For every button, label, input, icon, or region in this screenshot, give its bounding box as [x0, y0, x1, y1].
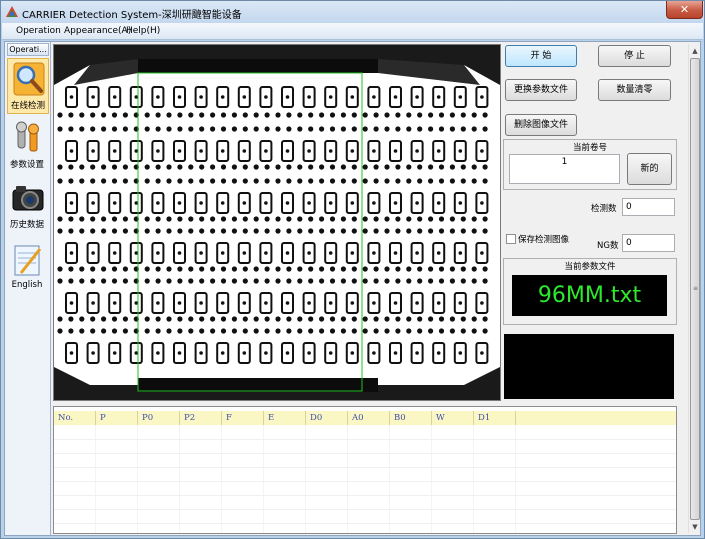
nav-header[interactable]: Operati...	[7, 43, 49, 56]
column-divider	[389, 425, 390, 533]
ng-count-label: NG数	[597, 241, 619, 251]
row-divider	[54, 509, 676, 510]
row-divider	[54, 481, 676, 482]
nav-label: 历史数据	[9, 220, 44, 230]
row-divider	[54, 467, 676, 468]
current-roll-title: 当前卷号	[572, 143, 607, 153]
row-divider	[54, 453, 676, 454]
left-navigation: Operati... 在线检测 参数设置 历史数据 English	[5, 42, 51, 535]
app-logo-icon	[6, 6, 18, 17]
menu-appearance[interactable]: Appearance(A)	[64, 26, 131, 36]
detect-count-field[interactable]: 0	[622, 198, 675, 216]
column-divider	[263, 425, 264, 533]
column-header[interactable]: D0	[306, 411, 348, 425]
roll-number-field[interactable]: 1	[509, 154, 620, 184]
nav-label: 参数设置	[9, 160, 44, 170]
delete-images-button[interactable]: 删除图像文件	[505, 114, 577, 136]
title-bar[interactable]: CARRIER Detection System-深圳研颹智能设备 ✕	[1, 1, 704, 23]
nav-label: English	[11, 280, 43, 290]
column-header[interactable]: D1	[474, 411, 516, 425]
nav-label: 在线检测	[10, 101, 45, 111]
notepad-icon	[14, 245, 42, 276]
column-divider	[95, 425, 96, 533]
change-param-file-button[interactable]: 更换参数文件	[505, 79, 577, 101]
menu-bar: Operation Appearance(A) Help(H)	[2, 23, 703, 40]
menu-help[interactable]: Help(H)	[126, 26, 160, 36]
carrier-tape-image	[54, 45, 500, 400]
vertical-scrollbar[interactable]: ▲ ≡ ▼	[688, 44, 700, 533]
app-window: CARRIER Detection System-深圳研颹智能设备 ✕ Oper…	[0, 0, 705, 539]
column-divider	[221, 425, 222, 533]
column-divider	[431, 425, 432, 533]
column-divider	[515, 425, 516, 533]
column-header[interactable]: A0	[348, 411, 390, 425]
column-header[interactable]: F	[222, 411, 264, 425]
column-divider	[473, 425, 474, 533]
menu-operation[interactable]: Operation	[16, 26, 61, 36]
row-divider	[54, 439, 676, 440]
stop-button[interactable]: 停 止	[598, 45, 671, 67]
column-header[interactable]: B0	[390, 411, 432, 425]
row-divider	[54, 523, 676, 524]
column-header[interactable]: E	[264, 411, 306, 425]
wrench-icon	[16, 121, 39, 152]
current-param-file-group: 当前参数文件 96MM.txt	[503, 258, 677, 325]
column-header[interactable]: P	[96, 411, 138, 425]
nav-item-history-data[interactable]: 历史数据	[7, 178, 49, 234]
nav-item-online-detection[interactable]: 在线检测	[7, 58, 49, 114]
camera-icon	[12, 186, 44, 211]
save-images-checkbox[interactable]	[506, 234, 516, 244]
column-divider	[179, 425, 180, 533]
grip-icon: ≡	[693, 285, 699, 292]
detect-count-label: 检测数	[591, 204, 617, 214]
row-divider	[54, 495, 676, 496]
magnifier-icon	[13, 62, 45, 96]
start-button[interactable]: 开 始	[505, 45, 577, 67]
results-table[interactable]: No. P P0 P2 F E D0 A0 B0 W D1	[53, 406, 677, 534]
column-header[interactable]: P2	[180, 411, 222, 425]
column-divider	[137, 425, 138, 533]
current-roll-group: 当前卷号 1 新的	[503, 139, 677, 190]
client-area: Operati... 在线检测 参数设置 历史数据 English 开 始 停 …	[4, 41, 701, 536]
scroll-down-icon[interactable]: ▼	[690, 522, 700, 532]
nav-item-english[interactable]: English	[7, 240, 49, 296]
nav-item-parameter-settings[interactable]: 参数设置	[7, 118, 49, 174]
column-header[interactable]: P0	[138, 411, 180, 425]
column-header[interactable]: W	[432, 411, 474, 425]
current-param-file-title: 当前参数文件	[564, 262, 616, 272]
column-divider	[305, 425, 306, 533]
reset-count-button[interactable]: 数量清零	[598, 79, 671, 101]
column-divider	[347, 425, 348, 533]
close-button[interactable]: ✕	[666, 1, 703, 19]
scroll-up-icon[interactable]: ▲	[690, 46, 700, 56]
status-display	[504, 334, 674, 399]
new-roll-button[interactable]: 新的	[627, 153, 672, 185]
scroll-thumb[interactable]: ≡	[690, 58, 700, 520]
window-title: CARRIER Detection System-深圳研颹智能设备	[22, 10, 242, 21]
ng-count-field[interactable]: 0	[622, 234, 675, 252]
results-table-header: No. P P0 P2 F E D0 A0 B0 W D1	[54, 411, 676, 425]
column-header[interactable]: No.	[54, 411, 96, 425]
save-images-label: 保存检测图像	[518, 235, 570, 245]
param-file-display: 96MM.txt	[512, 275, 667, 316]
camera-image-view[interactable]	[53, 44, 501, 401]
